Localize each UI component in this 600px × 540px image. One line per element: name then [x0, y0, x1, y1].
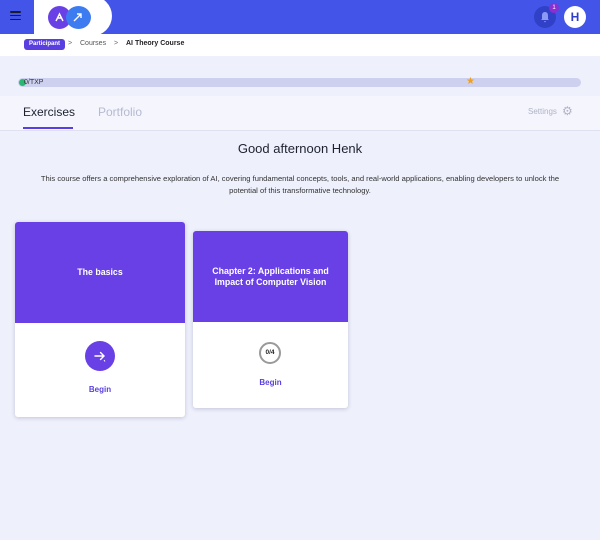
bell-icon [541, 12, 549, 23]
begin-link[interactable]: Begin [193, 378, 348, 387]
gear-icon[interactable]: ⚙ [562, 104, 573, 118]
tab-exercises[interactable]: Exercises [23, 105, 75, 119]
chapter-card-computer-vision[interactable]: Chapter 2: Applications and Impact of Co… [193, 231, 348, 408]
start-button[interactable] [85, 341, 115, 371]
arrow-right-icon [94, 351, 106, 362]
active-tab-indicator [23, 127, 73, 129]
xp-progress-bar [18, 78, 581, 87]
breadcrumb: Participant > Courses > AI Theory Course [0, 34, 600, 56]
breadcrumb-courses[interactable]: Courses [80, 40, 106, 47]
chapter-card-basics[interactable]: The basics Begin [15, 222, 185, 417]
page-greeting: Good afternoon Henk [237, 141, 363, 156]
settings-link[interactable]: Settings [528, 107, 557, 116]
star-icon: ★ [466, 76, 475, 87]
card-title: The basics [77, 267, 123, 277]
notification-count-badge: 1 [549, 3, 559, 13]
tabs-divider [0, 130, 600, 131]
breadcrumb-separator: > [68, 40, 73, 47]
breadcrumb-separator: > [114, 40, 119, 47]
hamburger-menu-icon[interactable] [10, 11, 21, 21]
course-description: This course offers a comprehensive explo… [40, 174, 560, 195]
begin-link[interactable]: Begin [15, 385, 185, 394]
role-badge: Participant [24, 39, 66, 50]
logo-rocket-icon [66, 6, 91, 29]
top-bar: 1 H [0, 0, 600, 36]
breadcrumb-current-course: AI Theory Course [126, 40, 185, 47]
tab-portfolio[interactable]: Portfolio [98, 105, 142, 119]
user-avatar[interactable]: H [564, 6, 586, 28]
tabs-bar [0, 96, 600, 130]
exercise-progress-counter: 0/4 [259, 342, 281, 364]
xp-progress-label: 0/TXP [24, 79, 44, 86]
card-title: Chapter 2: Applications and Impact of Co… [212, 266, 329, 287]
